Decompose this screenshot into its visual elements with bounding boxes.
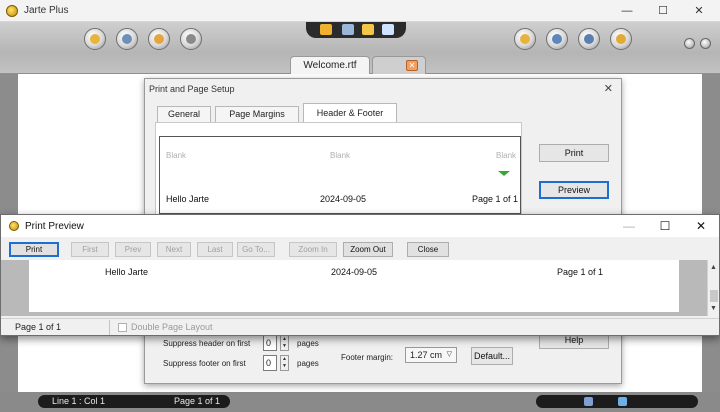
tab-general[interactable]: General [157, 106, 211, 122]
header-right[interactable]: Blank [496, 151, 516, 160]
suppress-header-label: Suppress header on first [163, 339, 251, 348]
header-center[interactable]: Blank [330, 151, 350, 160]
jarte-logo-icon [9, 221, 19, 231]
zoom-in-button[interactable]: Zoom In [289, 242, 337, 257]
preview-statusbar: Page 1 of 1 Double Page Layout [1, 318, 719, 335]
statusbar: Line 1 : Col 1 Page 1 of 1 [0, 392, 720, 412]
status-divider [109, 320, 110, 335]
preview-canvas[interactable]: Hello Jarte 2024-09-05 Page 1 of 1 [1, 260, 707, 316]
open-icon [90, 34, 100, 44]
goto-page-button[interactable]: Go To... [237, 242, 275, 257]
wrap-icon[interactable] [618, 397, 627, 406]
open-button[interactable] [84, 28, 106, 50]
help-round-button[interactable] [514, 28, 536, 50]
doc-icon[interactable] [584, 397, 593, 406]
footer-center[interactable]: 2024-09-05 [320, 194, 366, 204]
print-icon [616, 34, 626, 44]
preview-page: Hello Jarte 2024-09-05 Page 1 of 1 [29, 260, 679, 312]
preview-close-button[interactable]: ✕ [687, 218, 715, 234]
default-button[interactable]: Default... [471, 347, 513, 365]
cursor-position: Line 1 : Col 1 [52, 396, 106, 406]
header-left[interactable]: Blank [166, 151, 186, 160]
page-footer-left: Hello Jarte [105, 267, 149, 277]
preview-maximize-button[interactable]: ☐ [651, 218, 679, 234]
preview-close-btn[interactable]: Close [407, 242, 449, 257]
print-button[interactable]: Print [539, 144, 609, 162]
suppress-footer-label: Suppress footer on first [163, 359, 246, 368]
scroll-thumb[interactable] [710, 290, 718, 302]
suppress-header-input[interactable]: 0 [263, 335, 277, 351]
suppress-footer-spinner[interactable]: ▲ ▼ [280, 355, 289, 371]
dialog-title: Print and Page Setup [149, 84, 235, 94]
statusbar-tools [536, 395, 698, 408]
share-icon [584, 34, 594, 44]
image-icon[interactable] [342, 24, 354, 35]
header-footer-preview[interactable]: Blank Blank Blank Hello Jarte 2024-09-05… [159, 136, 521, 214]
preview-print-button[interactable]: Print [9, 242, 59, 257]
maximize-button[interactable]: ☐ [648, 3, 678, 19]
options-dot-icon[interactable] [684, 38, 695, 49]
preview-title: Print Preview [25, 221, 84, 232]
settings-icon [186, 34, 196, 44]
close-button[interactable]: ✕ [684, 3, 714, 19]
find-icon[interactable] [382, 24, 394, 35]
last-page-button[interactable]: Last [197, 242, 233, 257]
position-marker-icon [498, 171, 510, 176]
quick-toolbar [306, 22, 406, 38]
print-round-button[interactable] [610, 28, 632, 50]
page-footer-right: Page 1 of 1 [557, 267, 604, 277]
prev-page-button[interactable]: Prev [115, 242, 151, 257]
footer-left[interactable]: Hello Jarte [166, 194, 209, 204]
jarte-logo-icon [6, 5, 18, 17]
dialog-close-button[interactable]: ✕ [604, 82, 613, 95]
folder-icon[interactable] [362, 24, 374, 35]
chevron-down-icon: ▽ [446, 351, 452, 358]
settings-button[interactable] [180, 28, 202, 50]
footer-margin-label: Footer margin: [341, 353, 394, 362]
footer-right[interactable]: Page 1 of 1 [472, 194, 518, 204]
minimize-button[interactable]: — [612, 3, 642, 19]
preview-scrollbar[interactable]: ▲ ▼ [707, 260, 719, 316]
page-footer-center: 2024-09-05 [331, 267, 378, 277]
preview-toolbar: Print First Prev Next Last Go To... Zoom… [1, 240, 719, 260]
share-round-button[interactable] [578, 28, 600, 50]
scroll-down-icon[interactable]: ▼ [710, 305, 717, 312]
page-count: Page 1 of 1 [174, 396, 221, 406]
app-titlebar: Jarte Plus — ☐ ✕ [0, 0, 720, 22]
undo-icon[interactable] [320, 24, 332, 35]
double-page-checkbox[interactable] [118, 323, 127, 332]
help-icon [520, 34, 530, 44]
footer-margin-select[interactable]: 1.27 cm ▽ [405, 347, 457, 363]
zoom-out-button[interactable]: Zoom Out [343, 242, 393, 257]
suppress-footer-input[interactable]: 0 [263, 355, 277, 371]
first-page-button[interactable]: First [71, 242, 109, 257]
preview-button[interactable]: Preview [539, 181, 609, 199]
tab-header-footer[interactable]: Header & Footer [303, 103, 397, 123]
preview-minimize-button[interactable]: — [615, 218, 643, 234]
next-page-button[interactable]: Next [157, 242, 191, 257]
double-page-label: Double Page Layout [131, 322, 213, 332]
history-button[interactable] [116, 28, 138, 50]
footer-margin-value: 1.27 cm [410, 350, 443, 360]
hand-icon [154, 34, 164, 44]
info-round-button[interactable] [546, 28, 568, 50]
info-icon [552, 34, 562, 44]
close-tab-icon[interactable]: ✕ [406, 60, 418, 71]
tab-page-margins[interactable]: Page Margins [215, 106, 299, 122]
clock-icon [122, 34, 132, 44]
preview-page-indicator: Page 1 of 1 [15, 322, 62, 332]
header-footer-panel: Blank Blank Blank Hello Jarte 2024-09-05… [155, 122, 522, 218]
document-tab-blank[interactable]: ✕ [372, 56, 426, 74]
pages-label: pages [297, 339, 319, 348]
scroll-up-icon[interactable]: ▲ [710, 264, 717, 271]
document-tab[interactable]: Welcome.rtf [290, 56, 370, 74]
menu-dot-icon[interactable] [700, 38, 711, 49]
print-preview-window: Print Preview — ☐ ✕ Print First Prev Nex… [0, 214, 720, 336]
preview-titlebar: Print Preview — ☐ ✕ [1, 215, 719, 237]
app-title: Jarte Plus [24, 5, 69, 16]
statusbar-info: Line 1 : Col 1 Page 1 of 1 [38, 395, 230, 408]
pages-label-footer: pages [297, 359, 319, 368]
suppress-header-spinner[interactable]: ▲ ▼ [280, 335, 289, 351]
tools-button[interactable] [148, 28, 170, 50]
